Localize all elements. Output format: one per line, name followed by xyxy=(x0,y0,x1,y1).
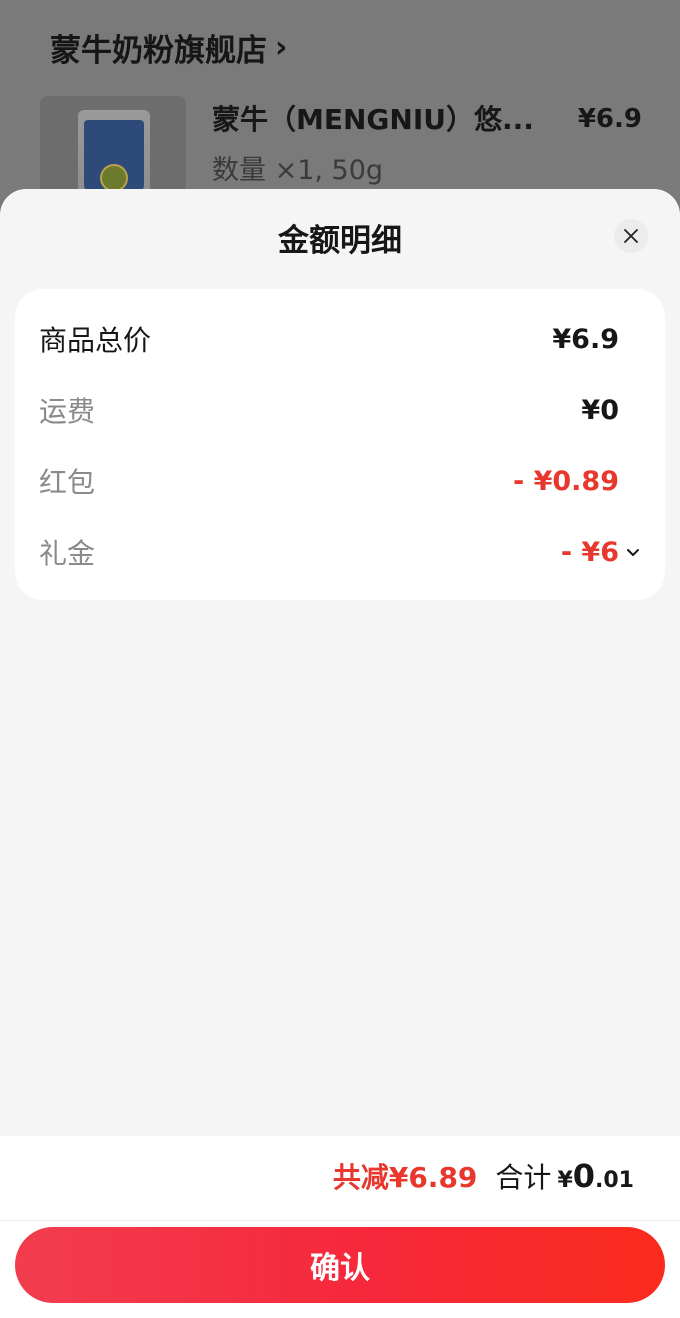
row-value: ¥6.9 xyxy=(552,323,619,355)
row-label: 红包 xyxy=(39,466,96,499)
close-button[interactable] xyxy=(614,219,648,253)
row-shipping: 运费 ¥0 xyxy=(39,380,641,440)
product-meta: 数量 ×1, 50g xyxy=(212,155,384,186)
row-item-total: 商品总价 ¥6.9 xyxy=(39,309,641,369)
sheet-title: 金额明细 xyxy=(278,223,402,259)
footer-bar: 共减 ¥6.89 合计 ¥ 0 .01 确认 xyxy=(0,1136,680,1318)
total-label: 合计 xyxy=(495,1161,552,1194)
saved-amount: ¥6.89 xyxy=(388,1161,478,1194)
gift-money-expander[interactable]: - ¥6 xyxy=(561,537,641,568)
screen: 蒙牛奶粉旗舰店 › 蒙牛（MENGNIU）悠... ¥6.9 数量 ×1, 50… xyxy=(0,0,680,1318)
product-title: 蒙牛（MENGNIU）悠... xyxy=(212,103,534,136)
chevron-down-icon xyxy=(627,549,639,556)
row-value: - ¥0.89 xyxy=(512,465,619,497)
total-decimal: .01 xyxy=(595,1168,634,1193)
price-summary: 共减 ¥6.89 合计 ¥ 0 .01 xyxy=(333,1156,634,1200)
row-value: ¥0 xyxy=(581,394,619,426)
total-currency: ¥ xyxy=(557,1168,573,1193)
saved-label: 共减 xyxy=(332,1161,389,1194)
row-value: - ¥6 xyxy=(560,536,619,568)
total-integer: 0 xyxy=(572,1157,596,1195)
product-price: ¥6.9 xyxy=(577,104,642,134)
store-name: 蒙牛奶粉旗舰店 xyxy=(50,32,267,69)
row-red-packet: 红包 - ¥0.89 xyxy=(39,451,641,511)
row-label: 商品总价 xyxy=(39,324,152,357)
confirm-button[interactable]: 确认 xyxy=(15,1227,665,1303)
row-label: 运费 xyxy=(39,395,96,428)
store-header[interactable]: 蒙牛奶粉旗舰店 › xyxy=(50,24,287,70)
amount-detail-card: 商品总价 ¥6.9 运费 ¥0 红包 - ¥0.89 礼金 - ¥6 xyxy=(15,289,665,600)
chevron-right-icon: › xyxy=(275,29,288,65)
row-label: 礼金 xyxy=(39,537,96,570)
close-icon xyxy=(624,229,638,243)
divider xyxy=(0,1220,680,1221)
row-gift-money[interactable]: 礼金 - ¥6 xyxy=(39,522,641,582)
